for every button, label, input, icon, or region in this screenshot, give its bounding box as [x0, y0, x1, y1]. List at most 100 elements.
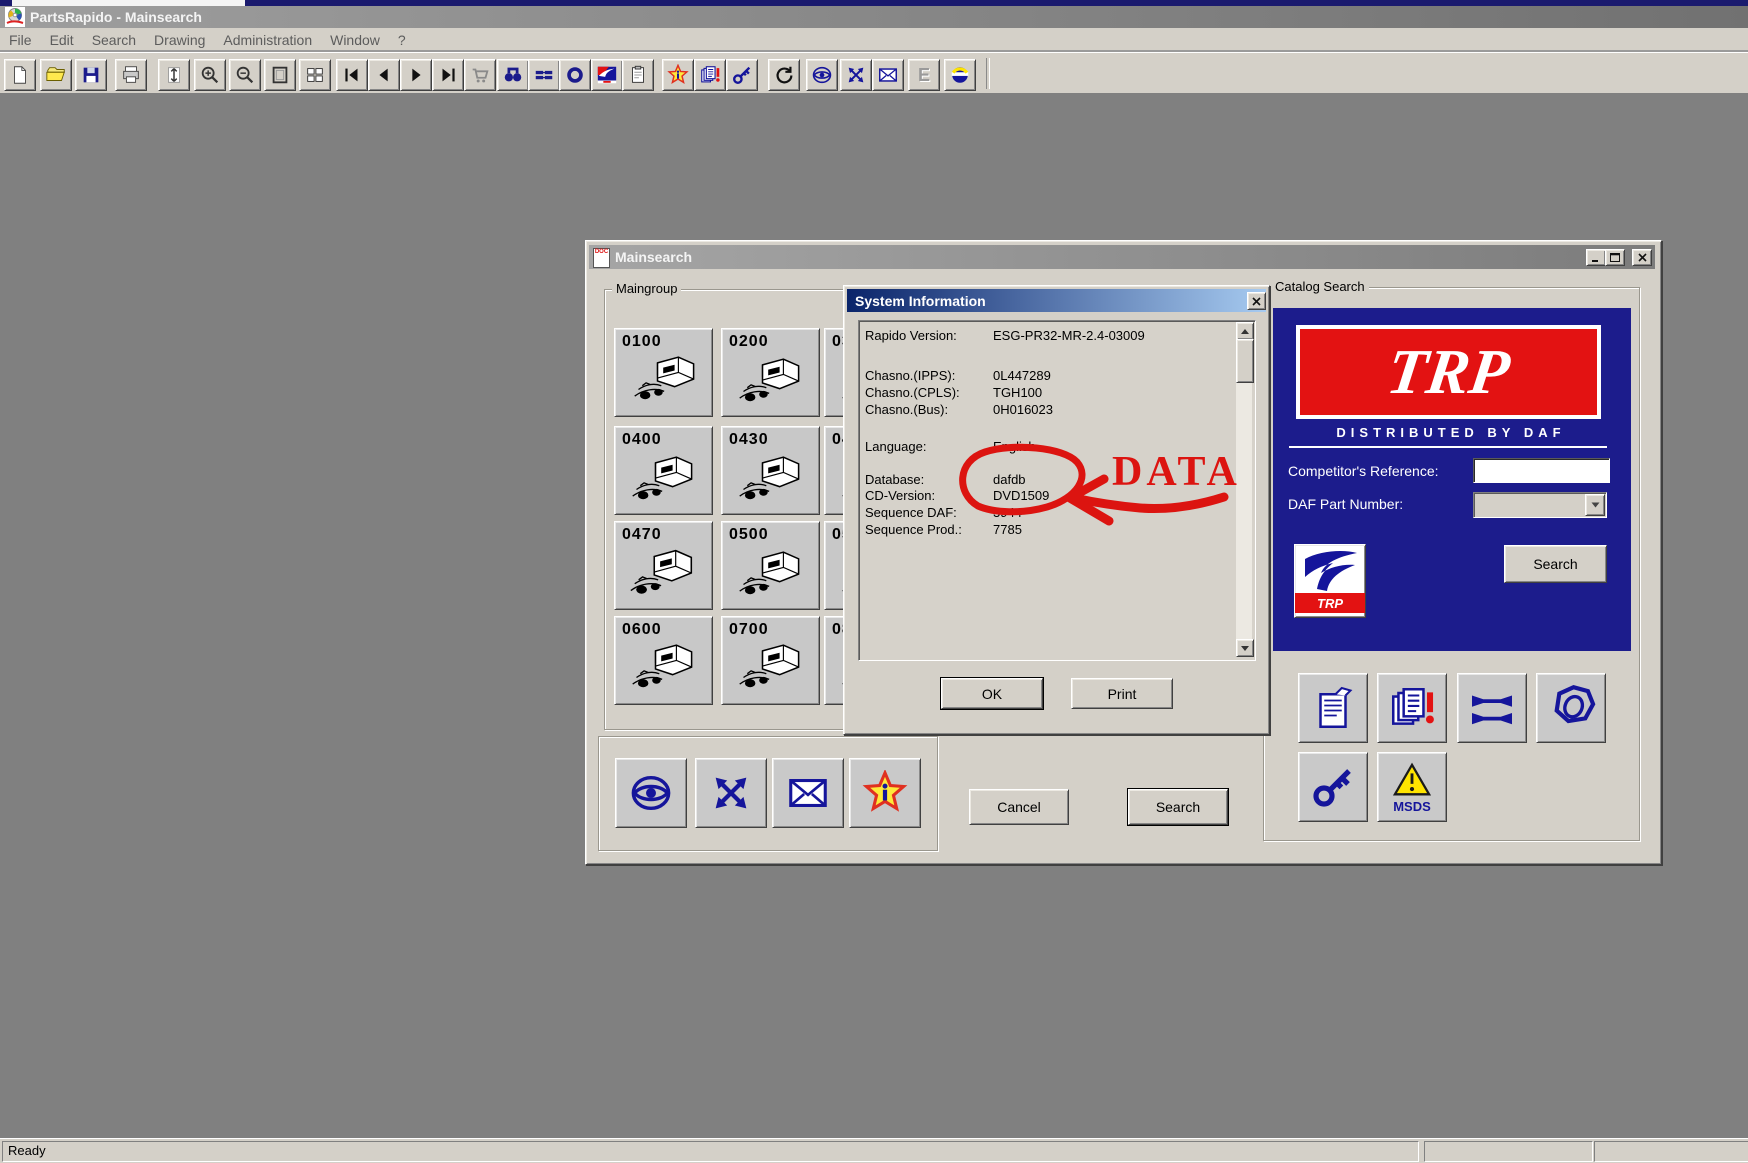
msds-button[interactable]: MSDS — [1377, 752, 1447, 822]
resize-arrows-large-button[interactable] — [695, 758, 767, 828]
ok-button[interactable]: OK — [941, 678, 1043, 709]
nav-first-button[interactable] — [336, 59, 368, 91]
menu-administration[interactable]: Administration — [214, 32, 321, 48]
search-button[interactable]: Search — [1128, 789, 1228, 825]
envelope-large-button[interactable] — [772, 758, 844, 828]
shopping-cart-button[interactable] — [464, 59, 496, 91]
maingroup-button-0400[interactable]: 0400 — [614, 426, 713, 515]
new-document-icon — [9, 64, 31, 86]
status-message-panel: Ready — [2, 1141, 1419, 1162]
maingroup-button-0200[interactable]: 0200 — [721, 328, 820, 417]
menu-file[interactable]: File — [0, 32, 41, 48]
scroll-thumb[interactable] — [1236, 339, 1254, 383]
refresh-button[interactable] — [768, 59, 800, 91]
toolbar: E — [0, 52, 1748, 93]
scrollbar[interactable] — [1236, 322, 1252, 657]
doc-icon: DOC — [593, 248, 610, 268]
nav-last-button[interactable] — [432, 59, 464, 91]
nav-first-icon — [341, 64, 363, 86]
sysinfo-row-value: 3944 — [993, 505, 1022, 520]
close-icon — [1638, 253, 1647, 262]
dialog-titlebar[interactable]: System Information — [847, 289, 1266, 312]
maingroup-button-0700[interactable]: 0700 — [721, 616, 820, 705]
status-panel-3 — [1594, 1141, 1748, 1162]
mainsearch-titlebar[interactable]: DOC Mainsearch — [589, 245, 1655, 269]
trp-small-logo-button[interactable]: TRP — [1294, 544, 1366, 618]
competitor-reference-input[interactable] — [1473, 458, 1610, 483]
trp-logo-text: TRP — [1382, 330, 1515, 414]
menu-help[interactable]: ? — [389, 32, 415, 48]
close-button[interactable] — [1632, 249, 1652, 266]
star-info-large-button[interactable] — [849, 758, 921, 828]
globe-ball-button[interactable] — [944, 59, 976, 91]
refresh-icon — [773, 64, 795, 86]
nav-previous-button[interactable] — [368, 59, 400, 91]
letter-e-button[interactable]: E — [908, 59, 940, 91]
documents-alert-large-button[interactable] — [1377, 673, 1447, 743]
status-panel-2 — [1424, 1141, 1593, 1162]
catalog-search-button[interactable]: Search — [1504, 545, 1607, 583]
maingroup-button-0500[interactable]: 0500 — [721, 521, 820, 610]
envelope-button[interactable] — [872, 59, 904, 91]
nut-3d-button[interactable] — [1536, 673, 1606, 743]
maximize-button[interactable] — [1605, 249, 1625, 266]
menu-search[interactable]: Search — [83, 32, 145, 48]
key-icon — [731, 64, 753, 86]
nav-next-button[interactable] — [400, 59, 432, 91]
documents-alert-icon — [699, 64, 721, 86]
menu-drawing[interactable]: Drawing — [145, 32, 214, 48]
truck-sketch-icon — [734, 546, 810, 604]
cancel-button[interactable]: Cancel — [969, 789, 1069, 825]
print-button[interactable] — [115, 59, 147, 91]
star-info-button[interactable] — [662, 59, 694, 91]
maingroup-button-0470[interactable]: 0470 — [614, 521, 713, 610]
thumbnail-grid-icon — [304, 64, 326, 86]
fit-page-icon — [163, 64, 185, 86]
coupling-large-button[interactable] — [1457, 673, 1527, 743]
app-title: PartsRapido - Mainsearch — [30, 9, 202, 25]
eye-view-button[interactable] — [806, 59, 838, 91]
save-button[interactable] — [75, 59, 107, 91]
binoculars-search-button[interactable] — [497, 59, 529, 91]
sysinfo-row-label: CD-Version: — [865, 488, 935, 503]
competitor-reference-label: Competitor's Reference: — [1288, 463, 1439, 479]
key-large-button[interactable] — [1298, 752, 1368, 822]
nut-button[interactable] — [559, 59, 591, 91]
clipboard-button[interactable] — [622, 59, 654, 91]
scroll-down-button[interactable] — [1236, 639, 1254, 657]
sysinfo-row-label: Chasno.(CPLS): — [865, 385, 960, 400]
truck-sketch-icon — [627, 451, 703, 509]
zoom-out-button[interactable] — [229, 59, 261, 91]
truck-sketch-icon — [734, 353, 810, 411]
new-document-button[interactable] — [4, 59, 36, 91]
menu-window[interactable]: Window — [321, 32, 389, 48]
resize-arrows-icon — [845, 64, 867, 86]
scroll-up-button[interactable] — [1236, 322, 1254, 340]
coupling-icon — [533, 64, 555, 86]
minimize-button[interactable] — [1586, 249, 1606, 266]
maingroup-button-0430[interactable]: 0430 — [721, 426, 820, 515]
coupling-button[interactable] — [528, 59, 560, 91]
eye-view-large-button[interactable] — [615, 758, 687, 828]
open-folder-button[interactable] — [40, 59, 72, 91]
thumbnail-grid-button[interactable] — [299, 59, 331, 91]
maingroup-button-0100[interactable]: 0100 — [614, 328, 713, 417]
fit-page-button[interactable] — [158, 59, 190, 91]
daf-part-number-combobox[interactable] — [1473, 492, 1607, 518]
maingroup-button-0600[interactable]: 0600 — [614, 616, 713, 705]
dialog-close-button[interactable] — [1247, 292, 1266, 310]
combobox-dropdown-button[interactable] — [1585, 494, 1605, 516]
print-dialog-button[interactable]: Print — [1071, 678, 1173, 709]
trp-logo-button[interactable] — [591, 59, 623, 91]
menu-edit[interactable]: Edit — [41, 32, 83, 48]
documents-alert-button[interactable] — [694, 59, 726, 91]
page-view-button[interactable] — [264, 59, 296, 91]
key-button[interactable] — [726, 59, 758, 91]
zoom-in-button[interactable] — [194, 59, 226, 91]
nav-next-icon — [405, 64, 427, 86]
nut-icon — [564, 64, 586, 86]
msds-warning-icon — [1390, 762, 1434, 800]
app-titlebar[interactable]: PartsRapido - Mainsearch — [0, 6, 1748, 28]
notebook-button[interactable] — [1298, 673, 1368, 743]
resize-arrows-button[interactable] — [840, 59, 872, 91]
